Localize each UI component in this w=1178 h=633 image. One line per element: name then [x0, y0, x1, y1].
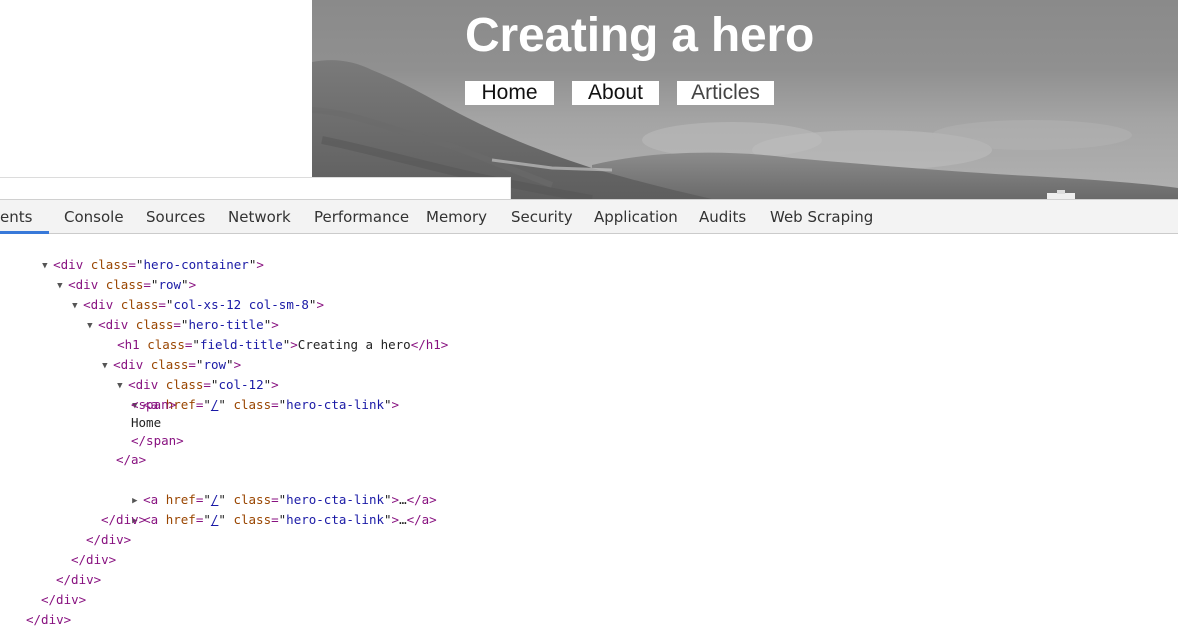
dom-node[interactable]: ▼ <div class="row">: [27, 255, 196, 292]
dom-node[interactable]: ▼ <div class="col-xs-12 col-sm-8">: [42, 275, 324, 312]
tab-performance[interactable]: Performance: [314, 200, 409, 234]
tab-memory[interactable]: Memory: [426, 200, 487, 234]
dom-node[interactable]: <h1 class="field-title">Creating a hero<…: [87, 315, 448, 352]
dom-node[interactable]: ▼ <div class="hero-container">: [12, 235, 264, 272]
hero-link-articles[interactable]: Articles: [677, 81, 774, 105]
dom-node[interactable]: ▼ <div class="row">: [72, 335, 241, 372]
dom-node[interactable]: ▼ <div class="col-12">: [87, 355, 279, 392]
tab-elements[interactable]: ents: [0, 200, 32, 234]
dom-node[interactable]: ▶ <a href="/" class="hero-cta-link">…</a>: [102, 470, 437, 507]
tab-network[interactable]: Network: [228, 200, 291, 234]
href-link[interactable]: /: [211, 397, 219, 412]
tab-audits[interactable]: Audits: [699, 200, 746, 234]
dom-node[interactable]: ▼ <a href="/" class="hero-cta-link">: [102, 375, 399, 412]
dom-node[interactable]: </div>: [41, 590, 86, 610]
white-panel-strip: [0, 177, 511, 199]
tab-web-scraping[interactable]: Web Scraping: [770, 200, 873, 234]
dom-node[interactable]: ▼ <div class="hero-title">: [57, 295, 279, 332]
tab-sources[interactable]: Sources: [146, 200, 205, 234]
dom-node[interactable]: </a>: [116, 450, 146, 470]
dom-node[interactable]: </div>: [56, 570, 101, 590]
href-link[interactable]: /: [211, 512, 219, 527]
dom-node[interactable]: </div>: [101, 510, 146, 530]
dom-node[interactable]: ▶ <a href="/" class="hero-cta-link">…</a>: [102, 490, 437, 527]
hero-link-about[interactable]: About: [572, 81, 659, 105]
devtools-tab-bar: ents Console Sources Network Performance…: [0, 199, 1178, 234]
hero-link-home[interactable]: Home: [465, 81, 554, 105]
dom-text-node[interactable]: Home: [131, 413, 161, 433]
dom-node[interactable]: </div>: [71, 550, 116, 570]
tab-security[interactable]: Security: [511, 200, 573, 234]
dom-node[interactable]: </span>: [131, 431, 184, 451]
hero-title: Creating a hero: [465, 9, 815, 62]
dom-node[interactable]: <span>: [131, 395, 176, 415]
tab-application[interactable]: Application: [594, 200, 678, 234]
tab-console[interactable]: Console: [64, 200, 124, 234]
dom-node[interactable]: </div>: [86, 530, 131, 550]
dom-node[interactable]: </div>: [26, 610, 71, 630]
page-preview: Creating a hero Home About Articles: [0, 0, 1178, 199]
elements-dom-tree: ▼ <div class="hero-container"> ▼ <div clas…: [0, 234, 1178, 633]
